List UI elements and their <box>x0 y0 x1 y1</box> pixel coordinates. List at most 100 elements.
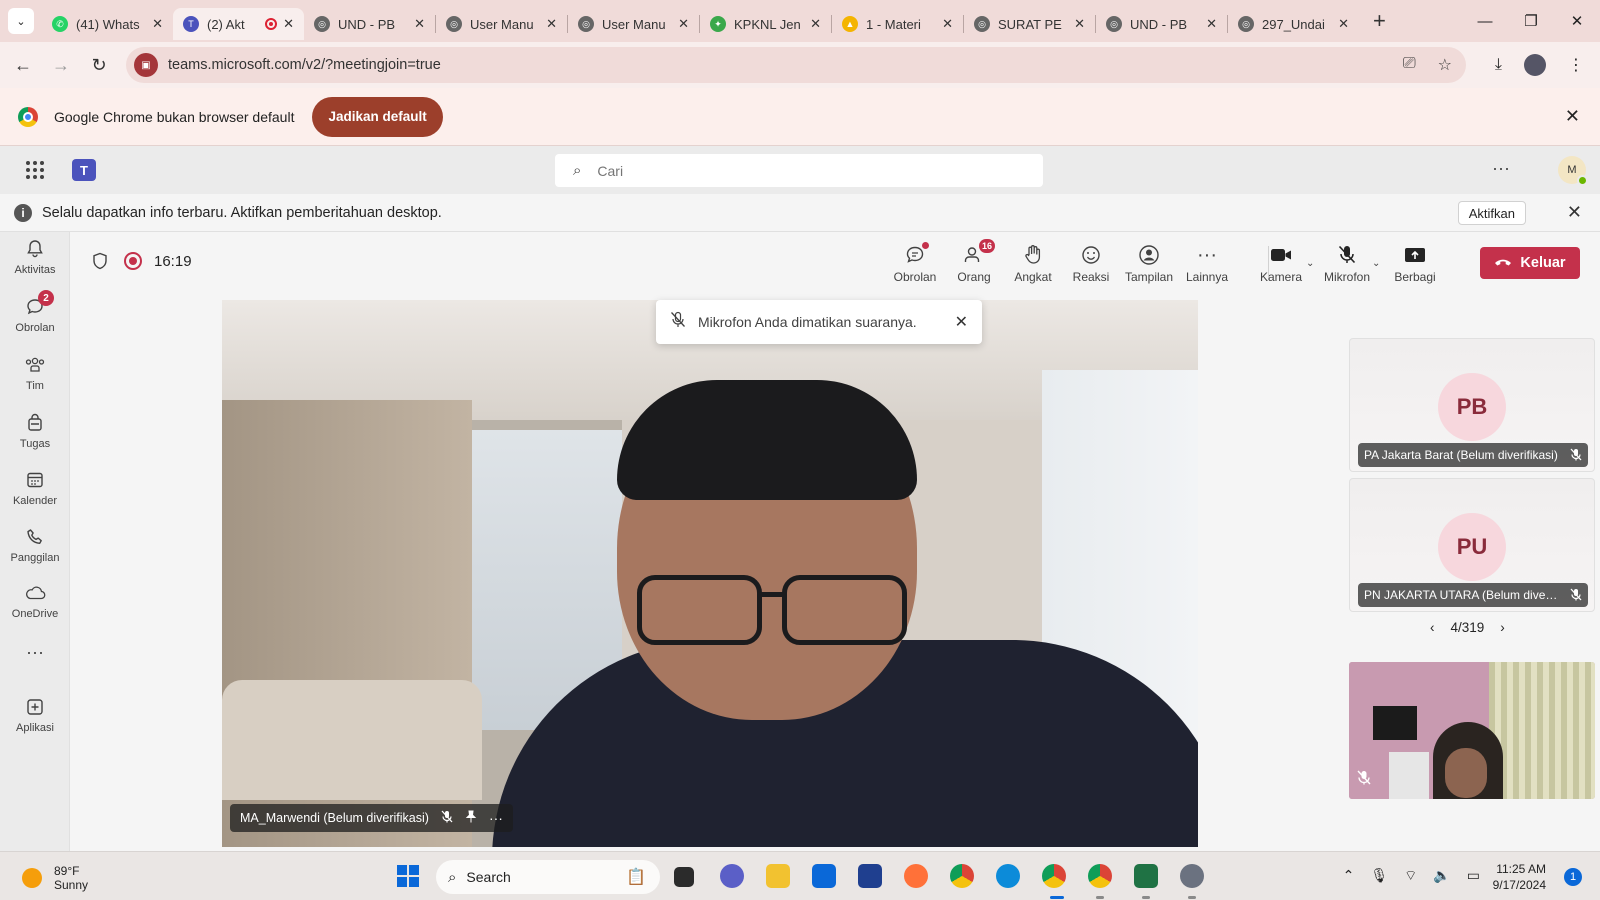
view-button[interactable]: Tampilan <box>1120 242 1178 284</box>
file-explorer-icon[interactable] <box>766 864 790 888</box>
mic-options-chevron-icon[interactable]: ⌄ <box>1372 258 1380 269</box>
shield-icon[interactable] <box>92 252 108 275</box>
close-tab-icon[interactable]: ✕ <box>810 16 821 32</box>
user-avatar[interactable]: M <box>1558 156 1588 186</box>
chrome-icon[interactable] <box>950 864 974 888</box>
participant-tile-pu[interactable]: PU PN JAKARTA UTARA (Belum diverifikasi) <box>1349 478 1595 612</box>
task-view-icon[interactable] <box>674 867 694 887</box>
edge-icon[interactable] <box>996 864 1020 888</box>
bookmark-star-icon[interactable]: ☆ <box>1438 55 1452 75</box>
raise-hand-button[interactable]: Angkat <box>1004 242 1062 284</box>
rail-more-icon[interactable]: ··· <box>0 642 70 663</box>
camera-button[interactable]: Kamera <box>1252 242 1310 284</box>
browser-tab-user-manual-2[interactable]: ◎ User Manu ✕ <box>568 8 699 40</box>
browser-tab-und-pb[interactable]: ◎ UND - PB ✕ <box>304 8 435 40</box>
omnibox[interactable]: ▣ teams.microsoft.com/v2/?meetingjoin=tr… <box>126 47 1466 83</box>
share-button[interactable]: Berbagi <box>1386 242 1444 284</box>
close-window-icon[interactable]: ✕ <box>1554 12 1600 30</box>
people-button[interactable]: 16 Orang <box>945 239 1003 284</box>
close-tab-icon[interactable]: ✕ <box>546 16 557 32</box>
notification-count-badge[interactable]: 1 <box>1564 868 1582 886</box>
firefox-icon[interactable] <box>904 864 928 888</box>
mail-icon[interactable] <box>812 864 836 888</box>
browser-tab-whatsapp[interactable]: ✆ (41) Whats ✕ <box>42 8 173 40</box>
taskbar-search[interactable]: ⌕ Search 📋 <box>436 860 660 894</box>
close-tab-icon[interactable]: ✕ <box>152 16 163 32</box>
enable-notifications-button[interactable]: Aktifkan <box>1457 201 1526 225</box>
store-icon[interactable] <box>858 864 882 888</box>
download-icon[interactable]: ⤓ <box>1495 56 1502 74</box>
chevron-left-icon[interactable]: ‹ <box>1430 620 1435 635</box>
close-infobar-icon[interactable]: ✕ <box>1565 106 1580 127</box>
excel-icon[interactable] <box>1134 864 1158 888</box>
search-input[interactable] <box>597 162 998 179</box>
microphone-button[interactable]: Mikrofon <box>1318 242 1376 284</box>
pin-icon[interactable] <box>465 810 477 827</box>
forward-icon[interactable]: → <box>42 55 80 76</box>
start-button[interactable] <box>397 865 419 887</box>
close-tab-icon[interactable]: ✕ <box>942 16 953 32</box>
browser-tab-kpknl[interactable]: ✦ KPKNL Jen ✕ <box>700 8 831 40</box>
tab-title: (2) Akt <box>207 16 245 32</box>
browser-tab-und-pb-2[interactable]: ◎ UND - PB ✕ <box>1096 8 1227 40</box>
close-toast-icon[interactable]: ✕ <box>955 312 968 332</box>
teams-chat-app-icon[interactable] <box>720 864 744 888</box>
close-tab-icon[interactable]: ✕ <box>1074 16 1085 32</box>
leave-meeting-button[interactable]: Keluar <box>1480 247 1580 279</box>
reactions-button[interactable]: Reaksi <box>1062 242 1120 284</box>
weather-widget[interactable]: 89°F Sunny <box>22 864 88 892</box>
rail-item-kalender[interactable]: Kalender <box>0 469 70 507</box>
browser-menu-icon[interactable]: ⋮ <box>1568 55 1584 75</box>
self-preview-video[interactable] <box>1349 662 1595 799</box>
close-tab-icon[interactable]: ✕ <box>414 16 425 32</box>
close-notification-icon[interactable]: ✕ <box>1567 202 1582 223</box>
minimize-icon[interactable]: — <box>1462 13 1508 30</box>
rail-item-obrolan[interactable]: 2 Obrolan <box>0 290 70 334</box>
taskbar-clock[interactable]: 11:25 AM 9/17/2024 <box>1493 861 1546 893</box>
rail-item-aktivitas[interactable]: Aktivitas <box>0 238 70 276</box>
rail-item-aplikasi[interactable]: Aplikasi <box>0 696 70 734</box>
camera-options-chevron-icon[interactable]: ⌄ <box>1306 258 1314 269</box>
browser-tab-materi[interactable]: ▲ 1 - Materi ✕ <box>832 8 963 40</box>
battery-icon[interactable]: ▭ <box>1467 867 1480 885</box>
participant-tile-pb[interactable]: PB PA Jakarta Barat (Belum diverifikasi) <box>1349 338 1595 472</box>
profile-avatar[interactable] <box>1524 54 1546 76</box>
chat-toggle-button[interactable]: Obrolan <box>886 242 944 284</box>
set-default-button[interactable]: Jadikan default <box>312 96 443 137</box>
rail-item-panggilan[interactable]: Panggilan <box>0 526 70 564</box>
url-text[interactable]: teams.microsoft.com/v2/?meetingjoin=true <box>168 57 441 73</box>
browser-tab-surat[interactable]: ◎ SURAT PE ✕ <box>964 8 1095 40</box>
participant-more-icon[interactable]: ··· <box>489 810 503 826</box>
reload-icon[interactable]: ↻ <box>80 55 118 76</box>
chevron-up-icon[interactable]: ⌃ <box>1343 867 1355 885</box>
new-tab-button[interactable]: + <box>1373 8 1386 34</box>
search-box[interactable]: ⌕ <box>555 154 1043 187</box>
browser-tab-teams[interactable]: T (2) Akt ✕ <box>173 8 304 40</box>
rail-item-onedrive[interactable]: OneDrive <box>0 582 70 620</box>
wifi-icon[interactable]: ⌔ <box>1404 867 1417 885</box>
install-app-icon[interactable]: ⎚ <box>1403 55 1416 75</box>
microphone-tray-icon[interactable]: 🎙 <box>1370 867 1388 885</box>
browser-tab-user-manual[interactable]: ◎ User Manu ✕ <box>436 8 567 40</box>
settings-gear-icon[interactable] <box>1180 864 1204 888</box>
volume-icon[interactable]: 🔈 <box>1433 867 1450 885</box>
app-launcher-icon[interactable] <box>26 161 44 179</box>
close-tab-icon[interactable]: ✕ <box>678 16 689 32</box>
close-tab-icon[interactable]: ✕ <box>283 16 294 32</box>
site-info-icon[interactable]: ▣ <box>134 53 158 77</box>
browser-tab-undangan[interactable]: ◎ 297_Undai ✕ <box>1228 8 1359 40</box>
open-app-indicator <box>1188 896 1196 899</box>
more-actions-button[interactable]: ··· Lainnya <box>1178 242 1236 285</box>
main-participant-video[interactable]: MA_Marwendi (Belum diverifikasi) ··· <box>222 300 1198 847</box>
close-tab-icon[interactable]: ✕ <box>1206 16 1217 32</box>
chrome-profile-2-icon[interactable] <box>1088 864 1112 888</box>
rail-item-tim[interactable]: Tim <box>0 354 70 392</box>
chevron-right-icon[interactable]: › <box>1500 620 1505 635</box>
more-options-icon[interactable]: ··· <box>1492 158 1510 179</box>
tab-search-button[interactable]: ⌄ <box>8 8 34 34</box>
back-icon[interactable]: ← <box>4 55 42 76</box>
restore-icon[interactable]: ❐ <box>1508 12 1554 30</box>
close-tab-icon[interactable]: ✕ <box>1338 16 1349 32</box>
rail-item-tugas[interactable]: Tugas <box>0 412 70 450</box>
chrome-profile-icon[interactable] <box>1042 864 1066 888</box>
